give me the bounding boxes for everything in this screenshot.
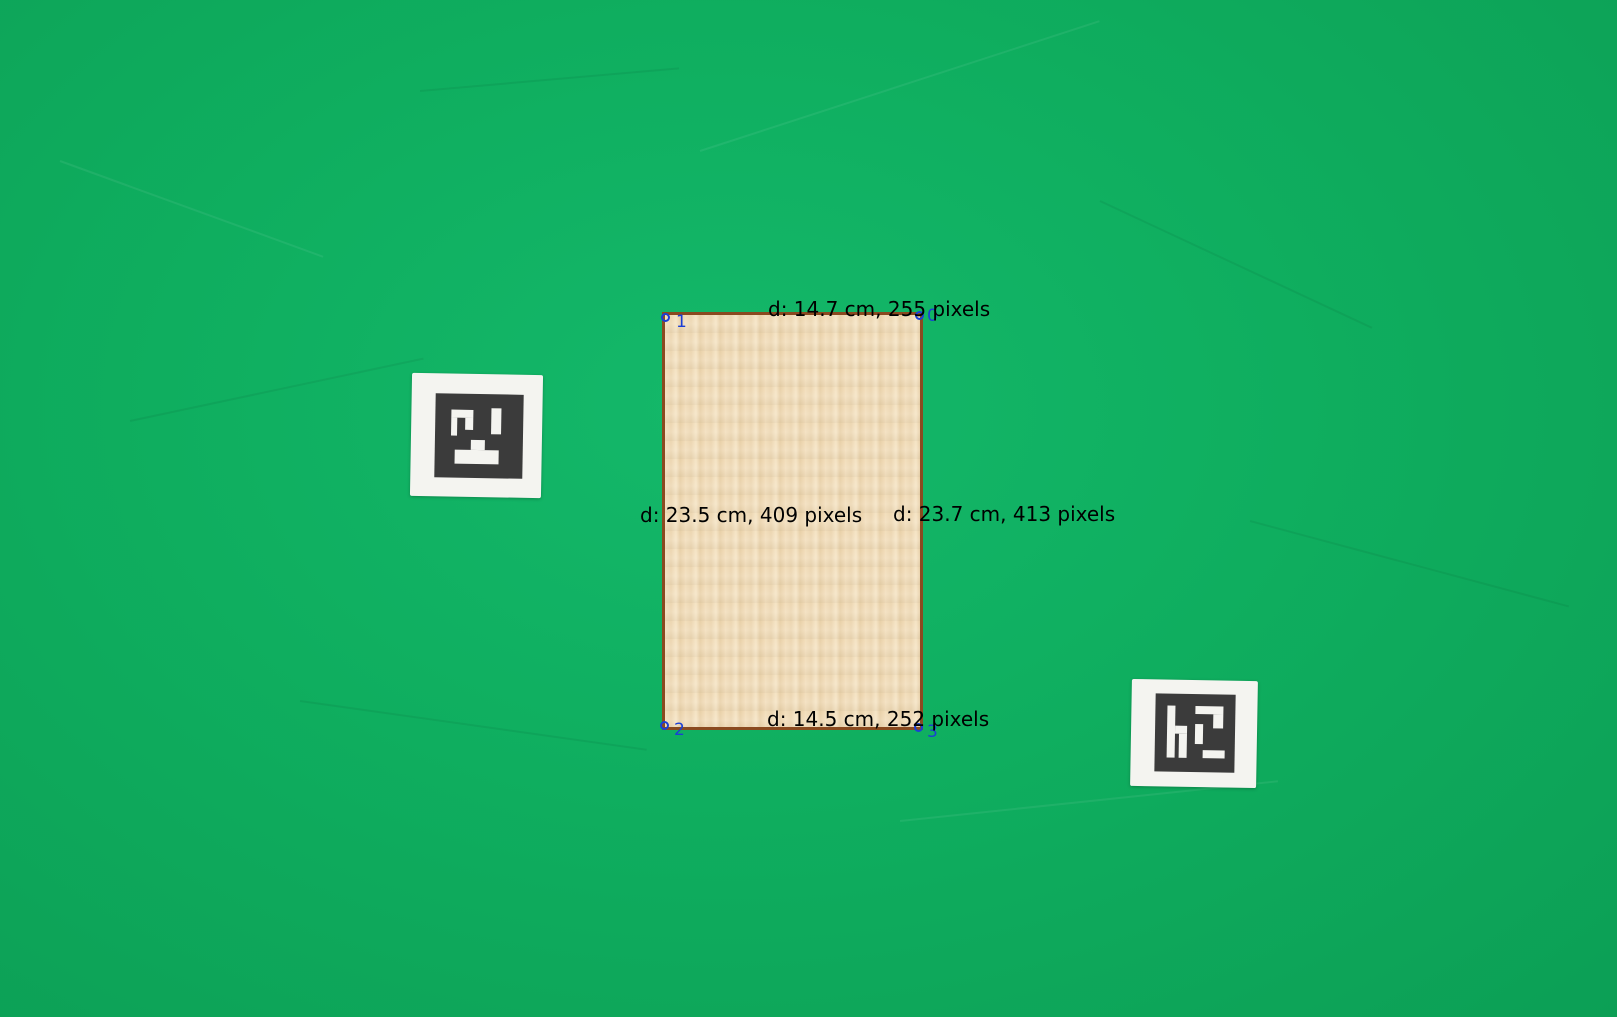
left-edge-measurement: d: 23.5 cm, 409 pixels bbox=[640, 503, 863, 527]
corner-label-1: 1 bbox=[676, 312, 687, 332]
cloth-wrinkle bbox=[699, 20, 1100, 152]
cloth-wrinkle bbox=[1249, 520, 1570, 608]
aruco-marker-right bbox=[1130, 678, 1258, 789]
aruco-marker-left bbox=[409, 372, 544, 499]
cloth-wrinkle bbox=[129, 357, 424, 422]
bottom-edge-measurement: d: 14.5 cm, 252 pixels bbox=[767, 707, 990, 731]
top-edge-measurement: d: 14.7 cm, 255 pixels bbox=[768, 297, 991, 321]
cloth-wrinkle bbox=[1099, 200, 1373, 329]
corner-point bbox=[661, 313, 670, 322]
cloth-wrinkle bbox=[299, 700, 647, 751]
cloth-wrinkle bbox=[419, 67, 680, 92]
corner-label-2: 2 bbox=[674, 720, 685, 740]
right-edge-measurement: d: 23.7 cm, 413 pixels bbox=[893, 502, 1116, 526]
corner-point bbox=[660, 721, 669, 730]
camera-frame: 0 1 2 3 d: 14.7 cm, 255 pixels d: 23.5 c… bbox=[0, 0, 1617, 1017]
cloth-wrinkle bbox=[59, 160, 324, 258]
